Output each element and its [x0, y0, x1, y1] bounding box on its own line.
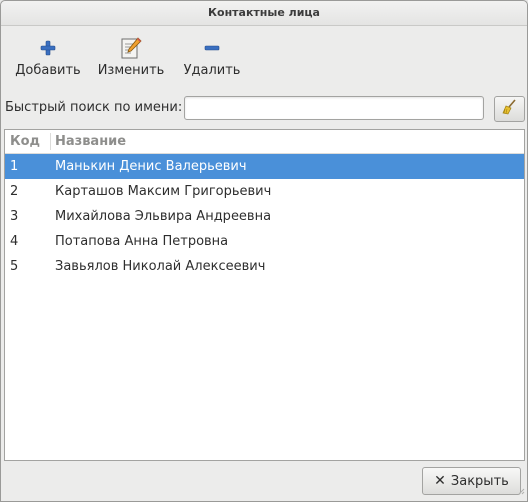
window-title: Контактные лица — [208, 6, 320, 19]
cell-code: 3 — [10, 209, 19, 224]
column-divider — [50, 133, 51, 150]
cell-code: 5 — [10, 259, 19, 274]
close-button-label: Закрыть — [450, 473, 509, 489]
table-row[interactable]: 3 Михайлова Эльвира Андреевна — [5, 204, 524, 229]
broom-icon — [501, 98, 519, 120]
delete-button[interactable]: Удалить — [179, 34, 245, 78]
clear-search-button[interactable] — [494, 96, 525, 122]
plus-icon — [13, 34, 83, 62]
contacts-window: Контактные лица Добавить Изменить Удалит… — [0, 0, 528, 502]
add-button[interactable]: Добавить — [13, 34, 83, 78]
cell-code: 1 — [10, 159, 19, 174]
contacts-table[interactable]: Код Название 1 Манькин Денис Валерьевич … — [4, 129, 525, 461]
cell-name: Манькин Денис Валерьевич — [55, 159, 247, 174]
close-button[interactable]: ✕ Закрыть — [422, 467, 521, 495]
column-header-name[interactable]: Название — [55, 130, 126, 153]
delete-button-label: Удалить — [183, 63, 241, 78]
window-titlebar[interactable]: Контактные лица — [1, 1, 527, 26]
cell-name: Михайлова Эльвира Андреевна — [55, 209, 272, 224]
table-row[interactable]: 1 Манькин Денис Валерьевич — [5, 154, 524, 179]
pencil-notepad-icon — [95, 34, 167, 62]
edit-button[interactable]: Изменить — [95, 34, 167, 78]
cell-name: Карташов Максим Григорьевич — [55, 184, 272, 199]
close-icon: ✕ — [434, 473, 446, 489]
column-header-code[interactable]: Код — [10, 130, 40, 153]
cell-name: Завьялов Николай Алексеевич — [55, 259, 266, 274]
table-row[interactable]: 2 Карташов Максим Григорьевич — [5, 179, 524, 204]
edit-button-label: Изменить — [97, 63, 165, 78]
table-row[interactable]: 4 Потапова Анна Петровна — [5, 229, 524, 254]
cell-code: 2 — [10, 184, 19, 199]
table-header: Код Название — [5, 130, 524, 154]
resize-grip-icon[interactable] — [517, 484, 525, 499]
cell-name: Потапова Анна Петровна — [55, 234, 229, 249]
cell-code: 4 — [10, 234, 19, 249]
add-button-label: Добавить — [15, 63, 81, 78]
minus-icon — [179, 34, 245, 62]
search-input[interactable] — [184, 96, 484, 120]
search-label: Быстрый поиск по имени: — [5, 100, 183, 115]
table-row[interactable]: 5 Завьялов Николай Алексеевич — [5, 254, 524, 279]
